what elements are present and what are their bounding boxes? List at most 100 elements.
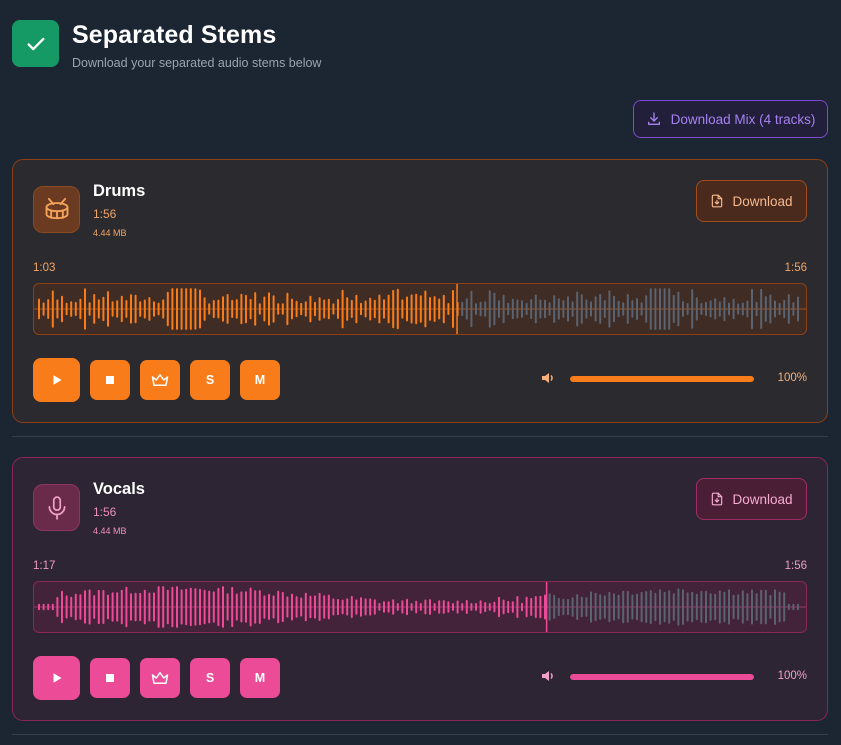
play-icon (53, 375, 61, 385)
waveform-bar (378, 603, 381, 611)
volume-slider[interactable] (570, 674, 754, 680)
waveform-bar (507, 302, 510, 316)
volume-slider[interactable] (570, 376, 754, 382)
waveform-bar (180, 589, 183, 625)
waveform-bar (199, 289, 201, 329)
waveform-bar (530, 299, 533, 319)
waveform-bar (590, 591, 592, 623)
waveform-bar (281, 591, 284, 623)
waveform-bar (755, 301, 758, 317)
waveform-bar (323, 595, 326, 619)
waveform-bar (741, 590, 744, 624)
waveform-bar (525, 596, 528, 618)
waveform-bar (792, 302, 795, 316)
waveform-bar (590, 301, 592, 317)
waveform-bar (120, 589, 123, 625)
waveform-bar (562, 598, 565, 616)
waveform-bar (645, 591, 648, 623)
waveform-bar (516, 596, 519, 618)
waveform-bar (470, 603, 473, 611)
waveform-bar (755, 593, 758, 621)
waveform-bar (461, 603, 464, 611)
waveform-bar (401, 600, 404, 614)
waveform-bar (787, 603, 790, 611)
waveform-bar (185, 588, 188, 626)
waveform-bar (553, 594, 556, 619)
download-drums-button[interactable]: Download (696, 180, 807, 222)
waveform-bar (613, 593, 615, 621)
waveform-bar (636, 298, 638, 320)
waveform-bar (488, 290, 491, 328)
waveform-bar (56, 299, 59, 319)
waveform-bar (61, 295, 63, 323)
waveform-bar (700, 303, 703, 315)
waveform-bar (254, 292, 257, 326)
waveform-bar (516, 299, 519, 319)
waveform-bar (562, 300, 565, 318)
mute-button[interactable]: M (240, 658, 280, 698)
waveform-bar (300, 302, 303, 316)
stop-button[interactable] (90, 360, 130, 400)
waveform-bar (162, 586, 165, 628)
waveform-bar (203, 589, 206, 625)
stop-button[interactable] (90, 658, 130, 698)
download-mix-button[interactable]: Download Mix (4 tracks) (633, 100, 828, 138)
waveform-bar (309, 295, 312, 323)
waveform-bar (235, 593, 238, 621)
waveform-bar (470, 290, 473, 328)
waveform-bar (373, 299, 376, 319)
waveform-bar (534, 596, 537, 618)
waveform-bar (222, 296, 224, 322)
waveform-bar (157, 586, 160, 628)
waveform-bar (672, 294, 675, 323)
waveform-bar (387, 294, 390, 324)
waveform-bar (705, 301, 707, 316)
waveform-bar (415, 600, 418, 614)
waveform-bar (599, 293, 602, 324)
waveform-bar (640, 591, 643, 623)
waveform-bar (295, 596, 298, 618)
waveform-vocals[interactable] (33, 581, 807, 633)
waveform-drums[interactable] (33, 283, 807, 335)
solo-button[interactable]: S (190, 360, 230, 400)
waveform-bar (360, 597, 362, 617)
waveform-bar (732, 594, 735, 620)
waveform-bar (594, 592, 597, 622)
volume-icon (542, 671, 553, 681)
waveform-bar (337, 299, 339, 319)
crown-button[interactable] (140, 360, 180, 400)
download-vocals-button[interactable]: Download (696, 478, 807, 520)
waveform-bar (286, 596, 289, 618)
waveform-bar (245, 591, 247, 623)
waveform-bar (327, 594, 330, 620)
waveform-bar (521, 602, 523, 612)
waveform-bar (410, 603, 413, 611)
waveform-bar (507, 600, 510, 614)
track-file-size: 4.44 MB (93, 526, 127, 536)
waveform-bar (461, 301, 464, 317)
mute-button[interactable]: M (240, 360, 280, 400)
waveform-bar (677, 291, 680, 327)
waveform-bar (797, 296, 799, 322)
waveform-bar (682, 589, 684, 625)
waveform-bar (245, 294, 247, 324)
current-time: 1:17 (33, 560, 56, 572)
waveform-bar (350, 299, 353, 318)
waveform-bar (792, 603, 795, 611)
waveform-bar (741, 302, 744, 316)
waveform-bar (332, 303, 335, 315)
waveform-bar (571, 301, 574, 317)
page-subtitle: Download your separated audio stems belo… (72, 56, 322, 70)
volume-percent: 100% (777, 670, 807, 682)
waveform-bar (166, 589, 169, 625)
crown-button[interactable] (140, 658, 180, 698)
waveform-bar (51, 290, 54, 328)
solo-button[interactable]: S (190, 658, 230, 698)
play-button[interactable] (33, 358, 80, 402)
waveform-bar (447, 303, 450, 315)
play-button[interactable] (33, 656, 80, 700)
waveform-bar (424, 599, 427, 615)
waveform-bar (465, 298, 468, 320)
waveform-bar (171, 586, 174, 628)
waveform-bar (447, 601, 450, 613)
